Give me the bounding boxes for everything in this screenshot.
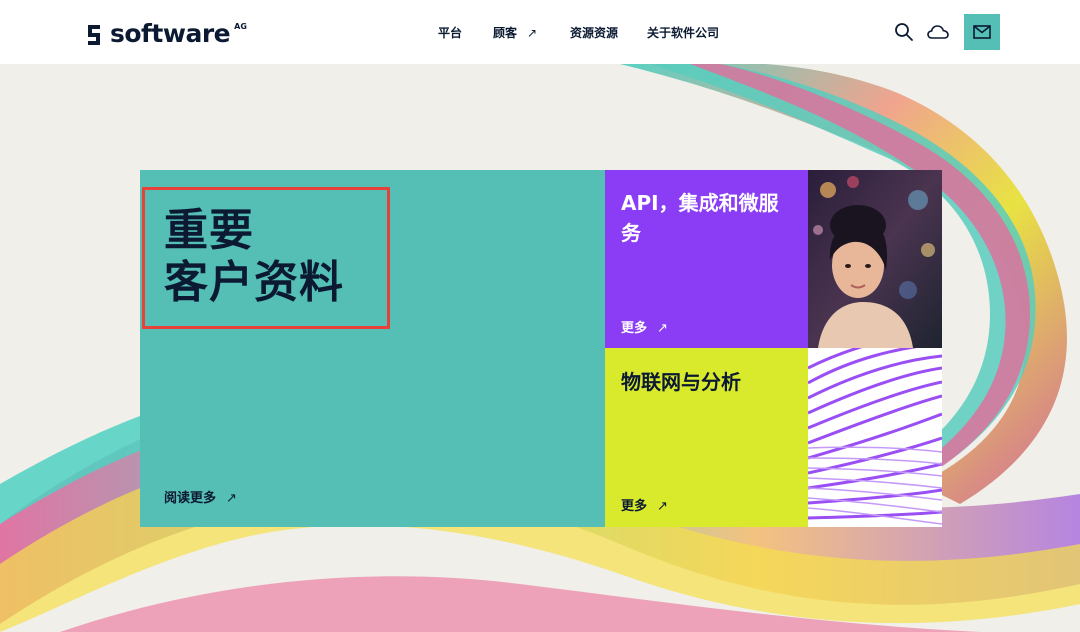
nav-item-customers-label: 顾客	[493, 26, 518, 40]
contact-mail-button[interactable]	[964, 14, 1000, 50]
hero-title-line2: 客户资料	[164, 257, 344, 308]
portrait-photo	[808, 170, 942, 348]
read-more-label: 阅读更多	[164, 491, 217, 506]
site-header: software AG 平台 顾客 ↗ 资源资源 关于软件公司	[0, 0, 1080, 64]
purple-lines-image	[808, 348, 942, 527]
brand-name: software	[110, 19, 231, 48]
api-card-title: API，集成和微服务	[621, 191, 779, 245]
arrow-up-right-icon: ↗	[657, 499, 668, 514]
iot-card-more-label: 更多	[621, 499, 648, 514]
api-card-more-link[interactable]: 更多 ↗	[621, 317, 668, 336]
hero-title-line1: 重要	[164, 205, 254, 256]
software-ag-mark-icon	[88, 25, 100, 45]
iot-card-title: 物联网与分析	[621, 370, 741, 394]
api-card-more-label: 更多	[621, 321, 648, 336]
iot-card-more-link[interactable]: 更多 ↗	[621, 495, 668, 514]
nav-item-about[interactable]: 关于软件公司	[647, 24, 719, 41]
brand-suffix: AG	[234, 22, 247, 31]
arrow-up-right-icon: ↗	[226, 491, 237, 506]
read-more-link[interactable]: 阅读更多 ↗	[164, 487, 237, 506]
arrow-up-right-icon: ↗	[657, 321, 668, 336]
software-ag-logo[interactable]: software AG	[84, 16, 247, 48]
hero-title: 重要 客户资料	[164, 205, 344, 309]
search-icon[interactable]	[892, 20, 916, 44]
portrait-woman-image	[808, 170, 942, 348]
nav-item-customers[interactable]: 顾客 ↗	[493, 24, 537, 41]
nav-item-platform[interactable]: 平台	[438, 24, 462, 41]
external-arrow-icon: ↗	[527, 26, 538, 40]
nav-item-resources[interactable]: 资源资源	[570, 24, 618, 41]
abstract-lines-graphic	[808, 348, 942, 525]
mail-icon	[973, 25, 991, 39]
cloud-icon[interactable]	[926, 20, 950, 44]
